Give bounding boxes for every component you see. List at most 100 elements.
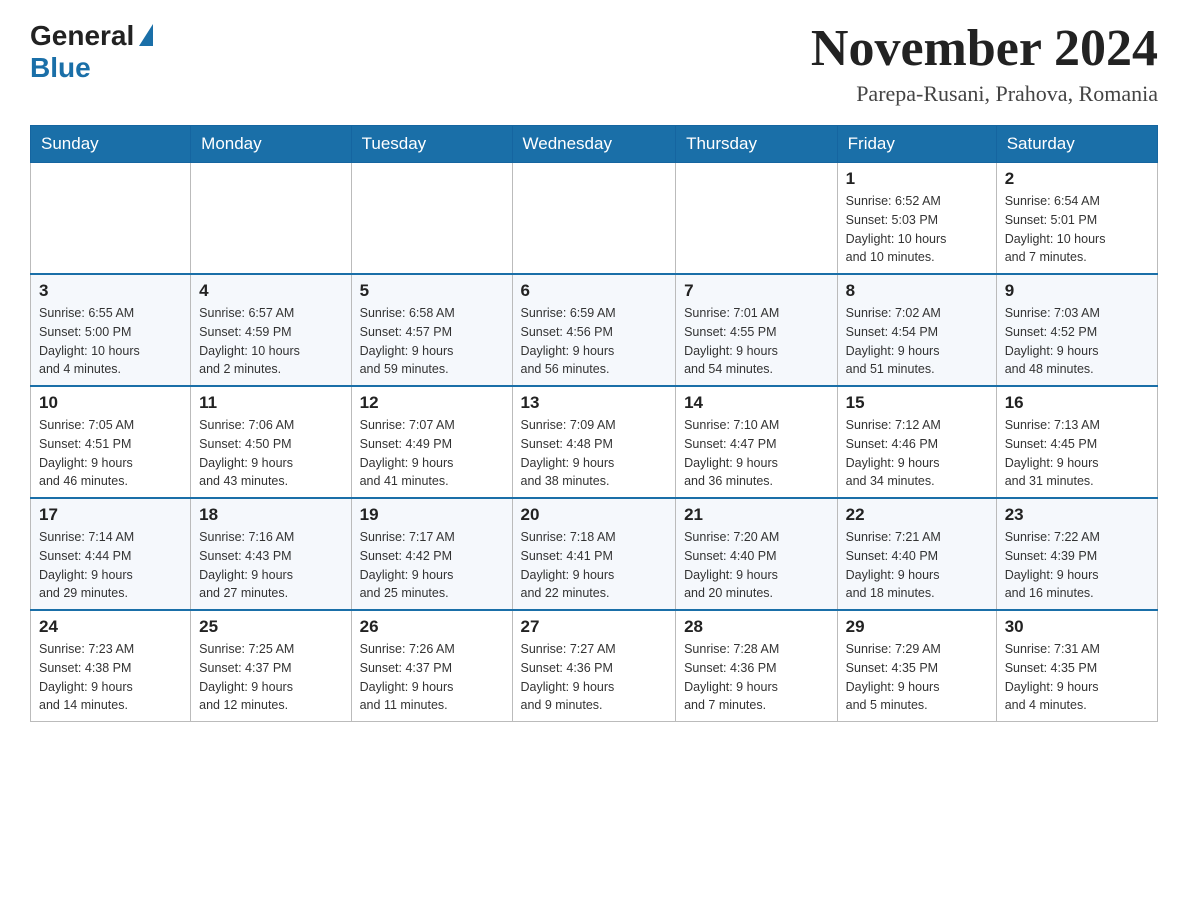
day-number: 25: [199, 617, 342, 637]
day-number: 22: [846, 505, 988, 525]
day-cell: 28 Sunrise: 7:28 AM Sunset: 4:36 PM Dayli…: [676, 610, 838, 722]
day-cell: [512, 163, 676, 275]
day-cell: 5 Sunrise: 6:58 AM Sunset: 4:57 PM Daylig…: [351, 274, 512, 386]
month-year-title: November 2024: [811, 20, 1158, 77]
day-info: Sunrise: 7:29 AM Sunset: 4:35 PM Dayligh…: [846, 640, 988, 715]
day-cell: 13 Sunrise: 7:09 AM Sunset: 4:48 PM Dayli…: [512, 386, 676, 498]
day-info: Sunrise: 7:13 AM Sunset: 4:45 PM Dayligh…: [1005, 416, 1149, 491]
day-cell: 2 Sunrise: 6:54 AM Sunset: 5:01 PM Daylig…: [996, 163, 1157, 275]
day-info: Sunrise: 6:57 AM Sunset: 4:59 PM Dayligh…: [199, 304, 342, 379]
day-cell: 23 Sunrise: 7:22 AM Sunset: 4:39 PM Dayli…: [996, 498, 1157, 610]
day-cell: 30 Sunrise: 7:31 AM Sunset: 4:35 PM Dayli…: [996, 610, 1157, 722]
day-cell: 9 Sunrise: 7:03 AM Sunset: 4:52 PM Daylig…: [996, 274, 1157, 386]
title-section: November 2024 Parepa-Rusani, Prahova, Ro…: [811, 20, 1158, 107]
day-cell: 29 Sunrise: 7:29 AM Sunset: 4:35 PM Dayli…: [837, 610, 996, 722]
logo-blue-text: Blue: [30, 52, 91, 84]
week-row-2: 3Sunrise: 6:55 AM Sunset: 5:00 PM Daylig…: [31, 274, 1158, 386]
header-sunday: Sunday: [31, 126, 191, 163]
header-wednesday: Wednesday: [512, 126, 676, 163]
day-number: 18: [199, 505, 342, 525]
day-cell: 10 Sunrise: 7:05 AM Sunset: 4:51 PM Dayli…: [31, 386, 191, 498]
day-number: 9: [1005, 281, 1149, 301]
day-info: Sunrise: 7:01 AM Sunset: 4:55 PM Dayligh…: [684, 304, 829, 379]
day-info: Sunrise: 7:28 AM Sunset: 4:36 PM Dayligh…: [684, 640, 829, 715]
day-info: Sunrise: 7:20 AM Sunset: 4:40 PM Dayligh…: [684, 528, 829, 603]
header-monday: Monday: [191, 126, 351, 163]
day-info: Sunrise: 7:17 AM Sunset: 4:42 PM Dayligh…: [360, 528, 504, 603]
day-number: 5: [360, 281, 504, 301]
day-cell: [351, 163, 512, 275]
day-info: Sunrise: 6:52 AM Sunset: 5:03 PM Dayligh…: [846, 192, 988, 267]
header-thursday: Thursday: [676, 126, 838, 163]
day-number: 30: [1005, 617, 1149, 637]
day-info: Sunrise: 7:31 AM Sunset: 4:35 PM Dayligh…: [1005, 640, 1149, 715]
day-cell: 25 Sunrise: 7:25 AM Sunset: 4:37 PM Dayli…: [191, 610, 351, 722]
day-number: 11: [199, 393, 342, 413]
day-info: Sunrise: 7:27 AM Sunset: 4:36 PM Dayligh…: [521, 640, 668, 715]
day-info: Sunrise: 7:22 AM Sunset: 4:39 PM Dayligh…: [1005, 528, 1149, 603]
day-number: 24: [39, 617, 182, 637]
day-cell: 3Sunrise: 6:55 AM Sunset: 5:00 PM Daylig…: [31, 274, 191, 386]
day-number: 13: [521, 393, 668, 413]
day-number: 10: [39, 393, 182, 413]
day-number: 4: [199, 281, 342, 301]
day-cell: [31, 163, 191, 275]
day-info: Sunrise: 7:25 AM Sunset: 4:37 PM Dayligh…: [199, 640, 342, 715]
day-number: 21: [684, 505, 829, 525]
day-cell: 24 Sunrise: 7:23 AM Sunset: 4:38 PM Dayli…: [31, 610, 191, 722]
day-cell: 1 Sunrise: 6:52 AM Sunset: 5:03 PM Daylig…: [837, 163, 996, 275]
day-number: 2: [1005, 169, 1149, 189]
header-tuesday: Tuesday: [351, 126, 512, 163]
day-info: Sunrise: 7:05 AM Sunset: 4:51 PM Dayligh…: [39, 416, 182, 491]
day-cell: [191, 163, 351, 275]
week-row-3: 10 Sunrise: 7:05 AM Sunset: 4:51 PM Dayli…: [31, 386, 1158, 498]
day-info: Sunrise: 7:26 AM Sunset: 4:37 PM Dayligh…: [360, 640, 504, 715]
day-cell: 18Sunrise: 7:16 AM Sunset: 4:43 PM Dayli…: [191, 498, 351, 610]
day-info: Sunrise: 7:07 AM Sunset: 4:49 PM Dayligh…: [360, 416, 504, 491]
page-header: General Blue November 2024 Parepa-Rusani…: [30, 20, 1158, 107]
day-cell: 7 Sunrise: 7:01 AM Sunset: 4:55 PM Daylig…: [676, 274, 838, 386]
day-number: 23: [1005, 505, 1149, 525]
day-cell: 15 Sunrise: 7:12 AM Sunset: 4:46 PM Dayli…: [837, 386, 996, 498]
day-cell: 16 Sunrise: 7:13 AM Sunset: 4:45 PM Dayli…: [996, 386, 1157, 498]
day-info: Sunrise: 7:06 AM Sunset: 4:50 PM Dayligh…: [199, 416, 342, 491]
location-subtitle: Parepa-Rusani, Prahova, Romania: [811, 81, 1158, 107]
calendar-header-row: SundayMondayTuesdayWednesdayThursdayFrid…: [31, 126, 1158, 163]
day-number: 3: [39, 281, 182, 301]
day-cell: 8Sunrise: 7:02 AM Sunset: 4:54 PM Daylig…: [837, 274, 996, 386]
day-number: 7: [684, 281, 829, 301]
day-info: Sunrise: 6:54 AM Sunset: 5:01 PM Dayligh…: [1005, 192, 1149, 267]
day-info: Sunrise: 7:18 AM Sunset: 4:41 PM Dayligh…: [521, 528, 668, 603]
day-number: 28: [684, 617, 829, 637]
day-cell: 14Sunrise: 7:10 AM Sunset: 4:47 PM Dayli…: [676, 386, 838, 498]
day-number: 16: [1005, 393, 1149, 413]
day-info: Sunrise: 7:23 AM Sunset: 4:38 PM Dayligh…: [39, 640, 182, 715]
day-number: 15: [846, 393, 988, 413]
logo: General Blue: [30, 20, 153, 84]
day-number: 6: [521, 281, 668, 301]
day-cell: 20Sunrise: 7:18 AM Sunset: 4:41 PM Dayli…: [512, 498, 676, 610]
day-cell: 6Sunrise: 6:59 AM Sunset: 4:56 PM Daylig…: [512, 274, 676, 386]
day-number: 17: [39, 505, 182, 525]
day-cell: 19Sunrise: 7:17 AM Sunset: 4:42 PM Dayli…: [351, 498, 512, 610]
day-cell: 21 Sunrise: 7:20 AM Sunset: 4:40 PM Dayli…: [676, 498, 838, 610]
day-cell: 4 Sunrise: 6:57 AM Sunset: 4:59 PM Daylig…: [191, 274, 351, 386]
day-cell: 27Sunrise: 7:27 AM Sunset: 4:36 PM Dayli…: [512, 610, 676, 722]
day-info: Sunrise: 7:03 AM Sunset: 4:52 PM Dayligh…: [1005, 304, 1149, 379]
logo-general-text: General: [30, 20, 134, 52]
day-number: 12: [360, 393, 504, 413]
day-cell: 12 Sunrise: 7:07 AM Sunset: 4:49 PM Dayli…: [351, 386, 512, 498]
week-row-4: 17Sunrise: 7:14 AM Sunset: 4:44 PM Dayli…: [31, 498, 1158, 610]
day-cell: 11 Sunrise: 7:06 AM Sunset: 4:50 PM Dayli…: [191, 386, 351, 498]
day-info: Sunrise: 7:12 AM Sunset: 4:46 PM Dayligh…: [846, 416, 988, 491]
day-info: Sunrise: 7:09 AM Sunset: 4:48 PM Dayligh…: [521, 416, 668, 491]
day-info: Sunrise: 6:58 AM Sunset: 4:57 PM Dayligh…: [360, 304, 504, 379]
logo-triangle-icon: [139, 24, 153, 46]
day-number: 29: [846, 617, 988, 637]
header-friday: Friday: [837, 126, 996, 163]
day-number: 1: [846, 169, 988, 189]
day-number: 14: [684, 393, 829, 413]
week-row-5: 24 Sunrise: 7:23 AM Sunset: 4:38 PM Dayli…: [31, 610, 1158, 722]
header-saturday: Saturday: [996, 126, 1157, 163]
day-cell: 17Sunrise: 7:14 AM Sunset: 4:44 PM Dayli…: [31, 498, 191, 610]
